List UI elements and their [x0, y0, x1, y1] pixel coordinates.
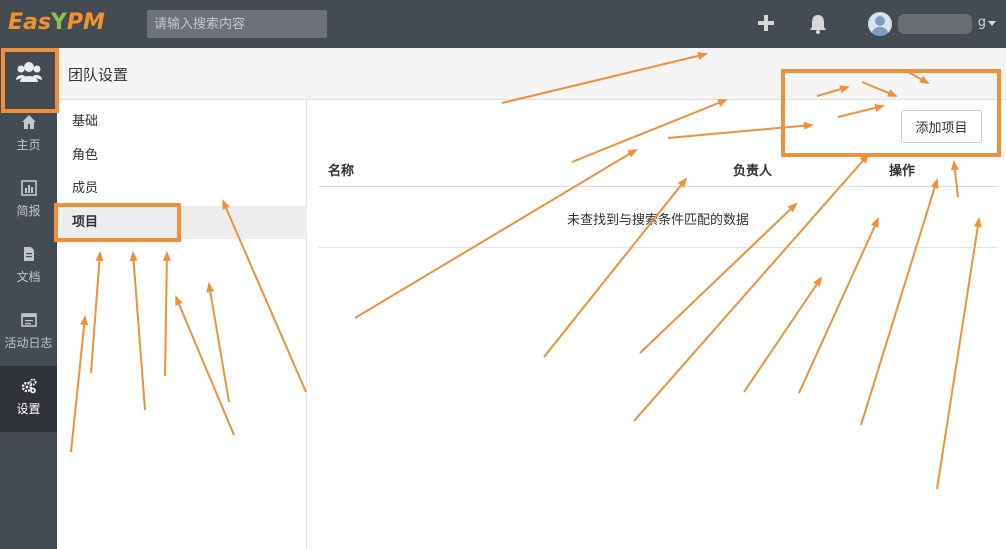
submenu-item-roles[interactable]: 角色: [57, 139, 307, 172]
column-header-actions: 操作: [889, 164, 916, 179]
user-menu-caret-icon[interactable]: [988, 21, 996, 26]
home-icon: [21, 115, 36, 129]
activity-log-icon: [20, 313, 37, 327]
user-name[interactable]: g: [896, 15, 986, 33]
user-avatar[interactable]: [868, 12, 892, 36]
nav-item-activity-log[interactable]: 活动日志: [0, 300, 57, 366]
nav-item-docs[interactable]: 文档: [0, 234, 57, 300]
plus-icon[interactable]: [756, 14, 776, 34]
app-logo[interactable]: EasYPM: [8, 10, 105, 35]
gears-icon: [21, 378, 36, 394]
nav-item-home[interactable]: 主页: [0, 102, 57, 168]
table-empty-row: 未查找到与搜索条件匹配的数据: [318, 187, 998, 248]
bell-icon[interactable]: [808, 14, 828, 34]
document-icon: [23, 247, 34, 261]
empty-state-text: 未查找到与搜索条件匹配的数据: [566, 213, 749, 228]
submenu-item-projects[interactable]: 项目: [57, 206, 307, 239]
page-header: 团队设置: [57, 48, 1006, 100]
leaf-icon: Y: [50, 10, 67, 35]
table-header: 名称 负责人 操作: [318, 150, 998, 187]
bar-chart-icon: [20, 180, 37, 196]
column-header-owner[interactable]: 负责人: [733, 160, 772, 179]
column-header-name[interactable]: 名称: [328, 160, 354, 179]
submenu-item-basic[interactable]: 基础: [57, 105, 307, 138]
search-input[interactable]: [147, 10, 327, 38]
top-bar: EasYPM g: [0, 0, 1006, 48]
settings-submenu: 基础 角色 成员 项目: [57, 100, 307, 549]
submenu-item-members[interactable]: 成员: [57, 172, 307, 205]
left-nav: 主页 简报 文档 活动日志 设置: [0, 48, 57, 549]
add-project-button[interactable]: 添加项目: [901, 110, 982, 143]
nav-item-settings[interactable]: 设置: [0, 366, 57, 432]
nav-item-report[interactable]: 简报: [0, 168, 57, 234]
page-title: 团队设置: [68, 66, 129, 84]
team-users-icon: [16, 62, 42, 82]
